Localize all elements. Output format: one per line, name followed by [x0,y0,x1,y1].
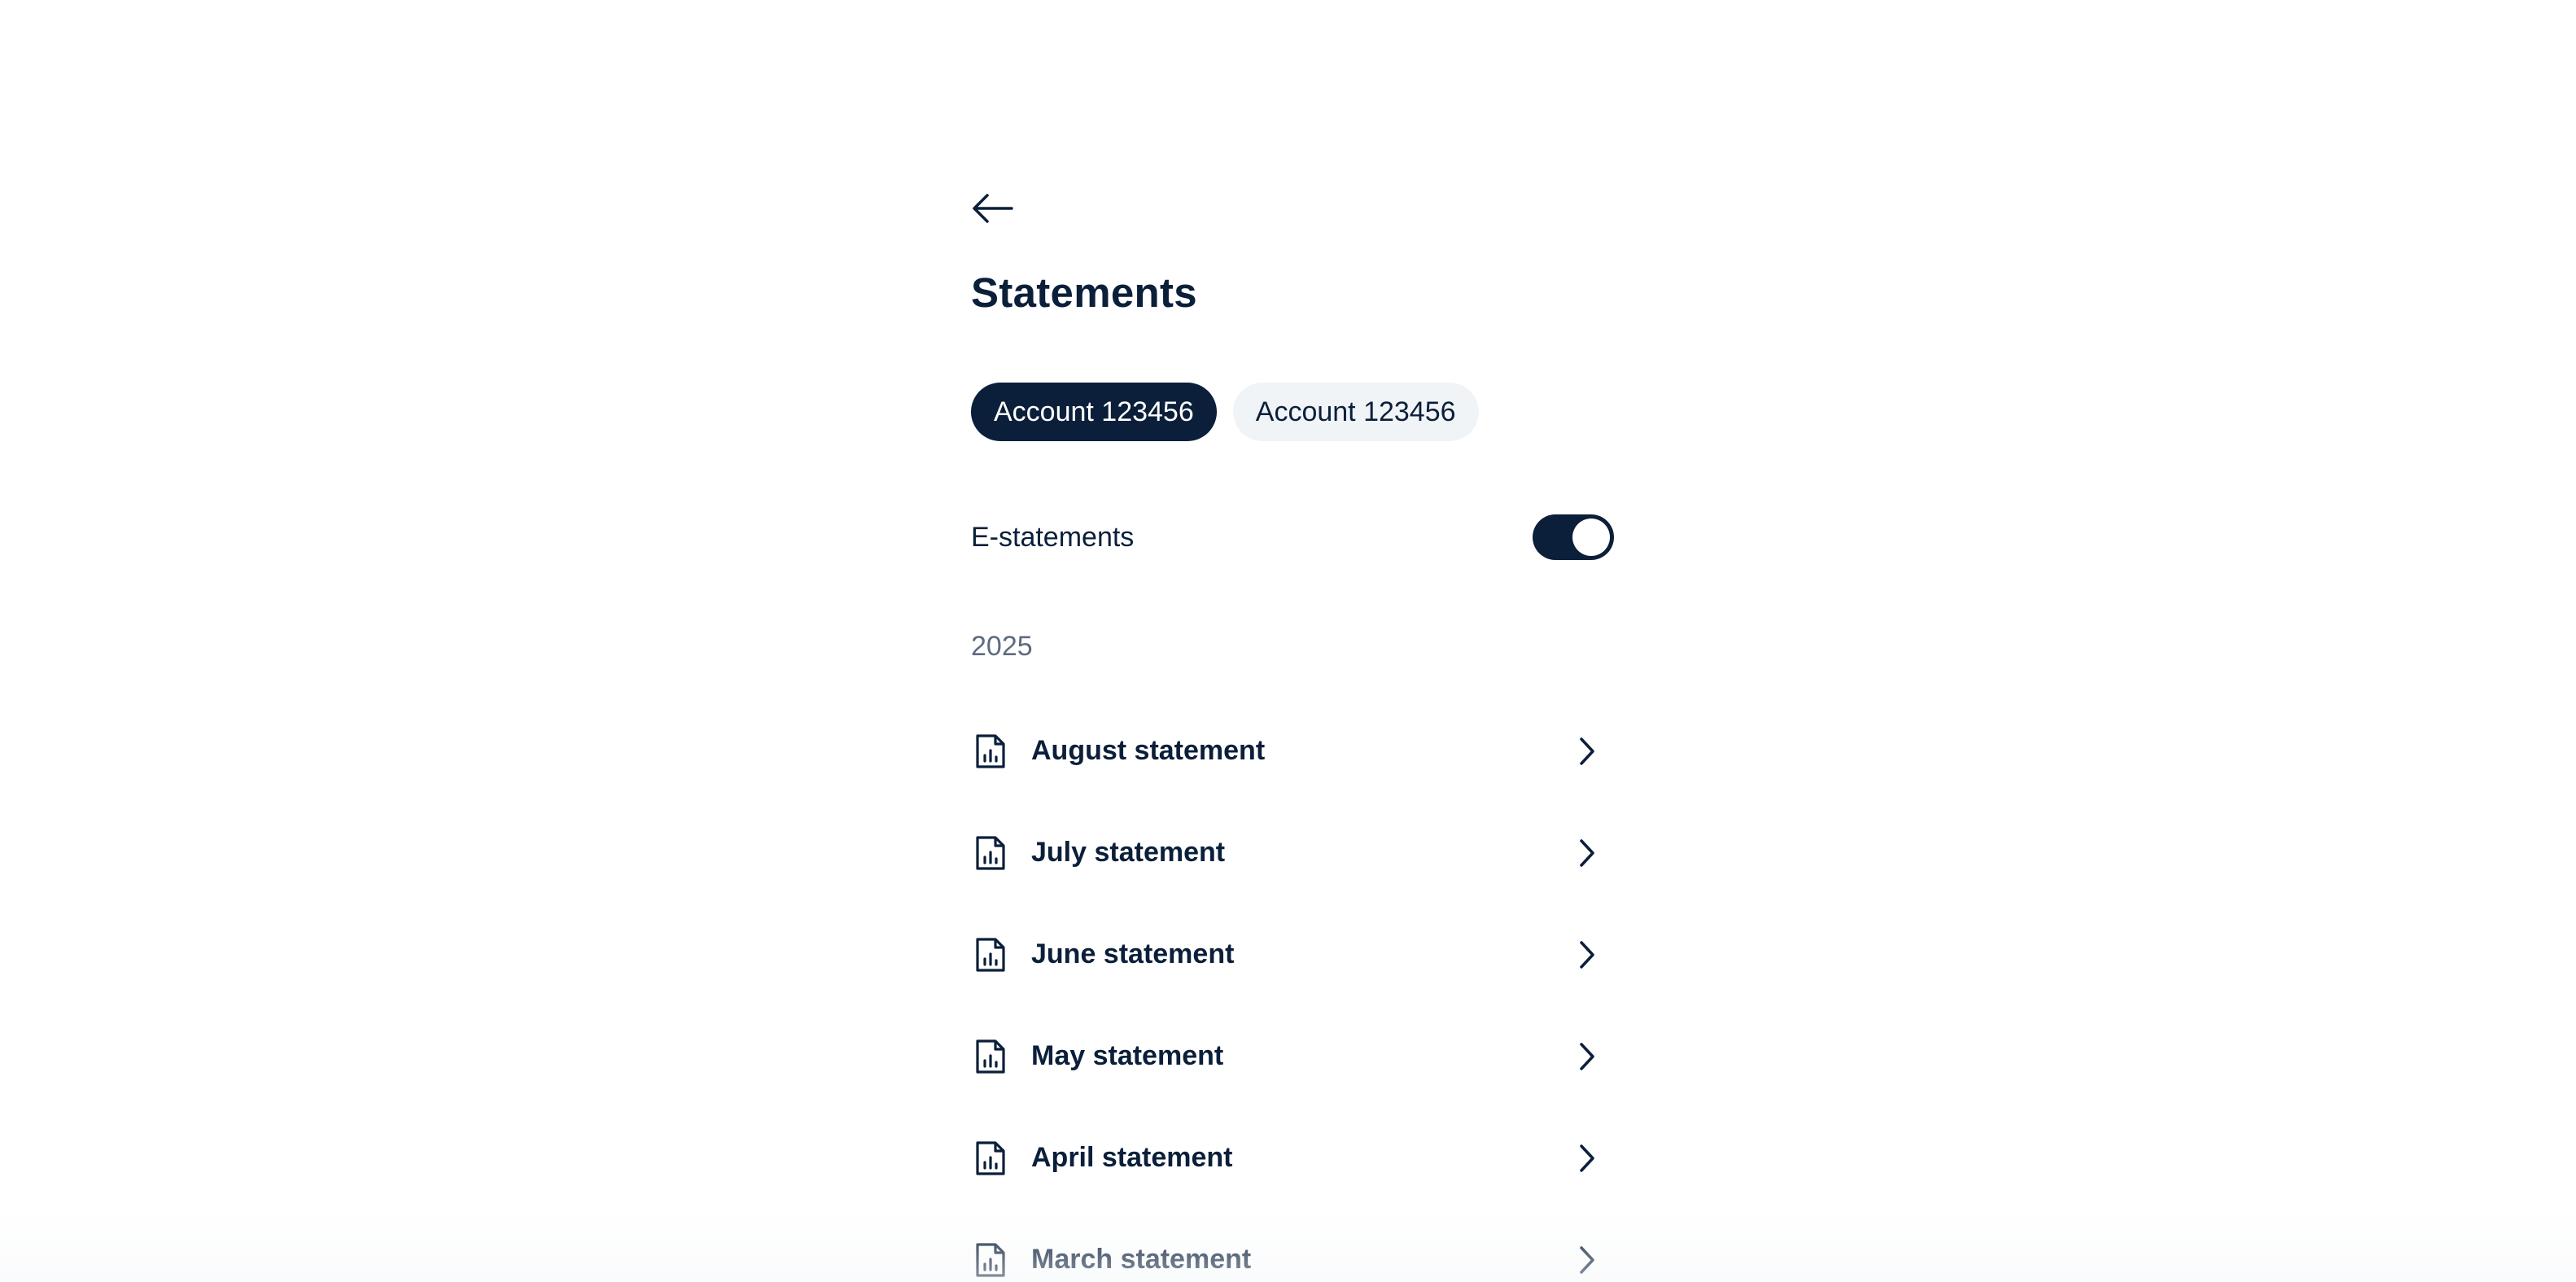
arrow-left-icon [973,194,1013,223]
statement-item-august[interactable]: August statement [971,700,1614,802]
estatements-label: E-statements [971,521,1135,553]
chevron-right-icon [1567,934,1607,975]
document-chart-icon [968,932,1013,978]
estatements-toggle[interactable] [1533,514,1614,560]
document-chart-icon [968,830,1013,876]
statement-item-july[interactable]: July statement [971,802,1614,904]
page-title: Statements [971,269,1197,316]
document-chart-icon [968,1034,1013,1079]
toggle-knob [1572,518,1610,556]
document-chart-icon [968,729,1013,774]
chevron-right-icon [1567,731,1607,772]
year-heading: 2025 [971,631,1033,662]
back-button[interactable] [968,186,1017,231]
estatements-row: E-statements [971,506,1614,568]
statement-item-may[interactable]: May statement [971,1005,1614,1107]
chevron-right-icon [1567,1036,1607,1077]
tab-account-2[interactable]: Account 123456 [1232,383,1479,441]
statement-item-april[interactable]: April statement [971,1107,1614,1209]
account-tabs: Account 123456 Account 123456 [971,383,1479,441]
statement-label: August statement [1031,735,1266,766]
statement-list: August statement July statement June sta… [971,700,1614,1282]
document-chart-icon [968,1135,1013,1181]
chevron-right-icon [1567,1138,1607,1179]
statement-label: July statement [1031,837,1226,868]
statement-label: June statement [1031,939,1235,969]
chevron-right-icon [1567,833,1607,873]
document-chart-icon [968,1237,1013,1282]
statement-item-june[interactable]: June statement [971,904,1614,1005]
statements-page: Statements Account 123456 Account 123456… [0,0,2576,1282]
chevron-right-icon [1567,1240,1607,1280]
statement-item-march[interactable]: March statement [971,1209,1614,1282]
statement-label: March statement [1031,1244,1252,1275]
statement-label: May statement [1031,1040,1224,1071]
statement-label: April statement [1031,1142,1233,1173]
tab-account-1[interactable]: Account 123456 [971,383,1217,441]
